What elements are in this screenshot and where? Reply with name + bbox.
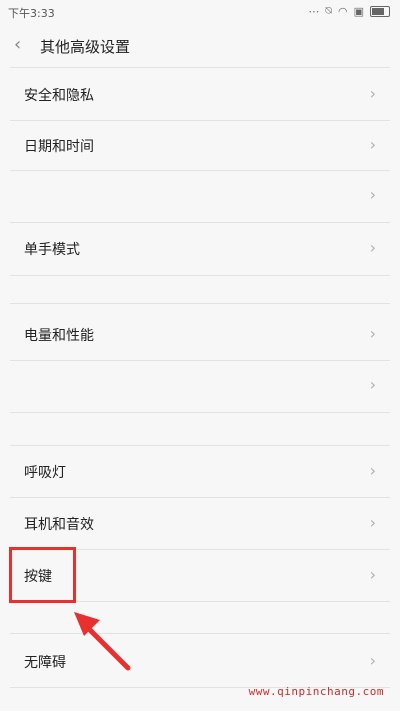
settings-row-date-time[interactable]: 日期和时间 ›: [0, 121, 400, 171]
divider: [10, 445, 390, 446]
divider: [10, 497, 390, 498]
page-title: 其他高级设置: [40, 38, 131, 56]
divider: [10, 303, 390, 304]
chevron-right-icon: ›: [369, 513, 376, 532]
row-label: 单手模式: [24, 242, 80, 258]
sim-icon: ▣: [353, 4, 364, 18]
row-label: 电量和性能: [24, 328, 94, 344]
chevron-right-icon: ›: [369, 461, 376, 480]
settings-row-breathing-light[interactable]: 呼吸灯 ›: [0, 447, 400, 497]
chevron-right-icon: ›: [369, 84, 376, 103]
chevron-right-icon: ›: [369, 135, 376, 154]
row-label: 耳机和音效: [24, 517, 94, 533]
settings-row-blank-1[interactable]: ›: [0, 171, 400, 221]
chevron-right-icon: ›: [369, 324, 376, 343]
status-icons: ⋯ ⍉ ◠ ▣: [308, 4, 390, 18]
title-bar: ‹ 其他高级设置: [0, 26, 400, 66]
chevron-right-icon: ›: [369, 185, 376, 204]
highlight-box: [9, 547, 76, 603]
divider: [10, 67, 390, 68]
settings-row-one-hand-mode[interactable]: 单手模式 ›: [0, 224, 400, 274]
back-chevron-icon[interactable]: ‹: [14, 34, 21, 55]
chevron-right-icon: ›: [369, 565, 376, 584]
wifi-icon: ◠: [337, 4, 348, 18]
chevron-right-icon: ›: [369, 238, 376, 257]
divider: [10, 412, 390, 413]
status-time: 下午3:33: [8, 7, 55, 20]
status-bar: 下午3:33 ⋯ ⍉ ◠ ▣: [0, 0, 400, 24]
settings-row-headphones-audio[interactable]: 耳机和音效 ›: [0, 499, 400, 549]
battery-icon: [370, 5, 390, 17]
row-label: 无障碍: [24, 655, 66, 671]
settings-row-battery-performance[interactable]: 电量和性能 ›: [0, 310, 400, 360]
settings-row-security-privacy[interactable]: 安全和隐私 ›: [0, 70, 400, 120]
row-label: 日期和时间: [24, 139, 94, 155]
chevron-right-icon: ›: [369, 651, 376, 670]
row-label: 呼吸灯: [24, 465, 66, 481]
mute-icon: ⍉: [325, 4, 332, 17]
divider: [10, 275, 390, 276]
watermark: www.qinpinchang.com: [248, 685, 384, 698]
divider: [10, 633, 390, 634]
settings-row-blank-2[interactable]: ›: [0, 361, 400, 411]
settings-row-accessibility[interactable]: 无障碍 ›: [0, 637, 400, 687]
row-label: 安全和隐私: [24, 88, 94, 104]
signal-icon: ⋯: [308, 4, 320, 18]
divider: [10, 222, 390, 223]
chevron-right-icon: ›: [369, 375, 376, 394]
